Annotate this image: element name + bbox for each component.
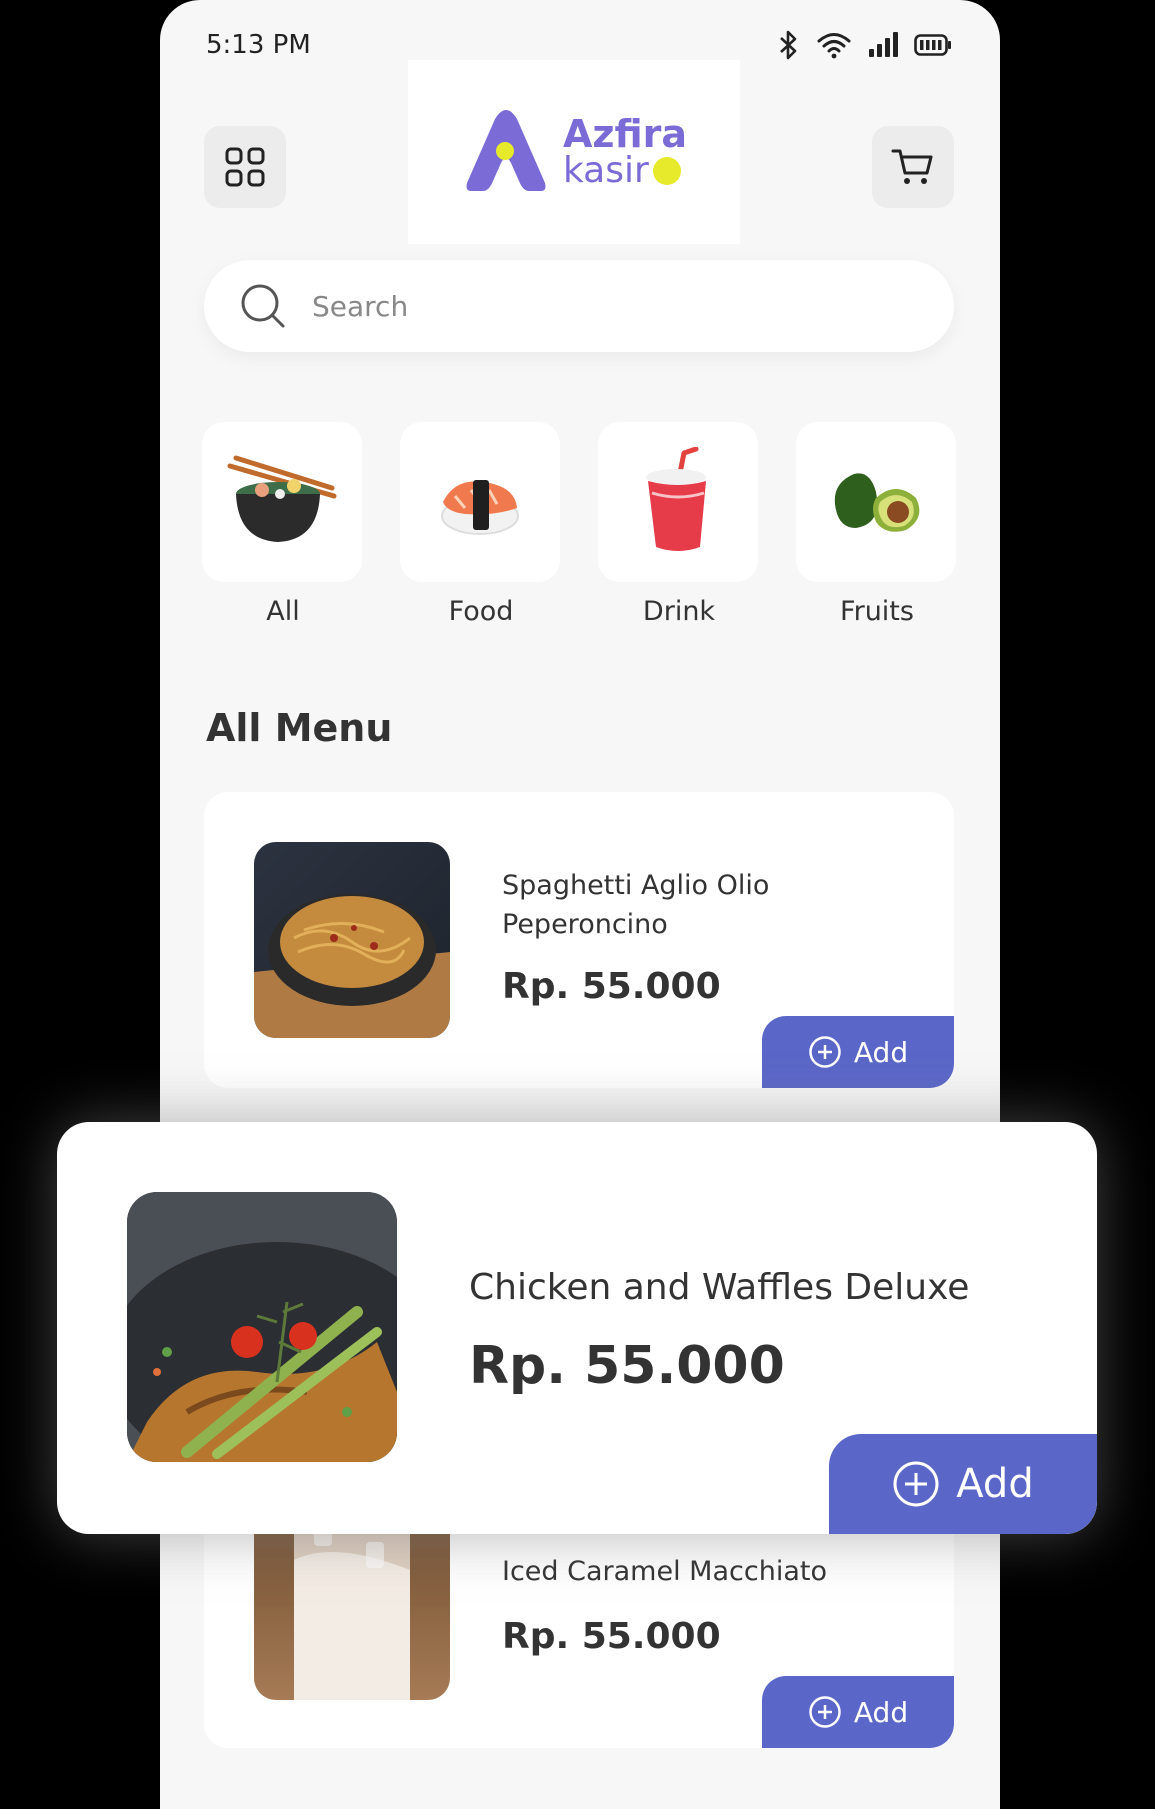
category-all[interactable]: All [202, 422, 364, 627]
category-tile[interactable] [400, 422, 560, 582]
add-button[interactable]: Add [762, 1676, 954, 1748]
status-time: 5:13 PM [206, 30, 311, 60]
category-drink[interactable]: Drink [598, 422, 760, 627]
bluetooth-icon [780, 30, 797, 60]
featured-item-image [127, 1192, 397, 1462]
app-logo: Azfira kasir [408, 60, 740, 244]
featured-add-button[interactable]: Add [829, 1434, 1097, 1534]
noodle-bowl-icon [227, 455, 337, 542]
menu-item-image [254, 842, 450, 1038]
menu-item-price: Rp. 55.000 [502, 966, 721, 1007]
category-label: Drink [642, 596, 716, 627]
logo-line2: kasir [562, 150, 649, 191]
soda-cup-icon [646, 447, 706, 551]
add-button-label: Add [853, 1695, 909, 1729]
sushi-icon [441, 480, 519, 535]
search-input[interactable] [310, 288, 874, 324]
add-button[interactable]: Add [762, 1016, 954, 1088]
category-tile[interactable] [202, 422, 362, 582]
plus-circle-icon [809, 1036, 841, 1068]
menu-card[interactable]: Spaghetti Aglio Olio Peperoncino Rp. 55.… [204, 792, 954, 1088]
plus-circle-icon [893, 1461, 939, 1507]
logo-a-icon [466, 110, 546, 191]
category-list: All Food Drink Fruits [202, 422, 958, 627]
plus-circle-icon [809, 1696, 841, 1728]
menu-item-name: Iced Caramel Macchiato [502, 1556, 827, 1587]
search-bar[interactable] [204, 260, 954, 352]
search-icon [241, 284, 285, 328]
add-button-label: Add [853, 1035, 909, 1069]
menu-item-name-line1: Spaghetti Aglio Olio [502, 870, 770, 901]
chicken-waffles-image [127, 1192, 397, 1462]
signal-icon [869, 32, 898, 57]
logo-line1: Azfira [562, 112, 688, 156]
phone-screen: 5:13 PM Azfira kasir Search All Food Dri… [160, 0, 1000, 1809]
spaghetti-dish-image [254, 894, 450, 1038]
category-tile[interactable] [796, 422, 956, 582]
category-label: Fruits [840, 596, 914, 627]
status-icons [778, 30, 952, 60]
category-food[interactable]: Food [400, 422, 562, 627]
wifi-icon [817, 33, 851, 59]
grid-icon [225, 147, 265, 187]
category-tile[interactable] [598, 422, 758, 582]
menu-item-price: Rp. 55.000 [502, 1616, 721, 1657]
featured-item-price: Rp. 55.000 [469, 1336, 785, 1396]
cart-button[interactable] [872, 126, 954, 208]
category-fruits[interactable]: Fruits [796, 422, 958, 627]
add-button-label: Add [956, 1461, 1034, 1507]
category-label: All [266, 596, 300, 627]
menu-item-name: Spaghetti Aglio Olio Peperoncino [502, 866, 769, 944]
featured-item-name: Chicken and Waffles Deluxe [469, 1267, 970, 1308]
battery-icon [914, 34, 951, 56]
avocado-icon [834, 473, 920, 532]
menu-grid-button[interactable] [204, 126, 286, 208]
section-title: All Menu [206, 706, 393, 750]
category-label: Food [448, 596, 514, 627]
menu-item-name-line2: Peperoncino [502, 909, 668, 941]
featured-menu-card[interactable]: Chicken and Waffles Deluxe Rp. 55.000 Ad… [57, 1122, 1097, 1534]
logo-dot [652, 157, 681, 185]
cart-icon [891, 149, 933, 184]
